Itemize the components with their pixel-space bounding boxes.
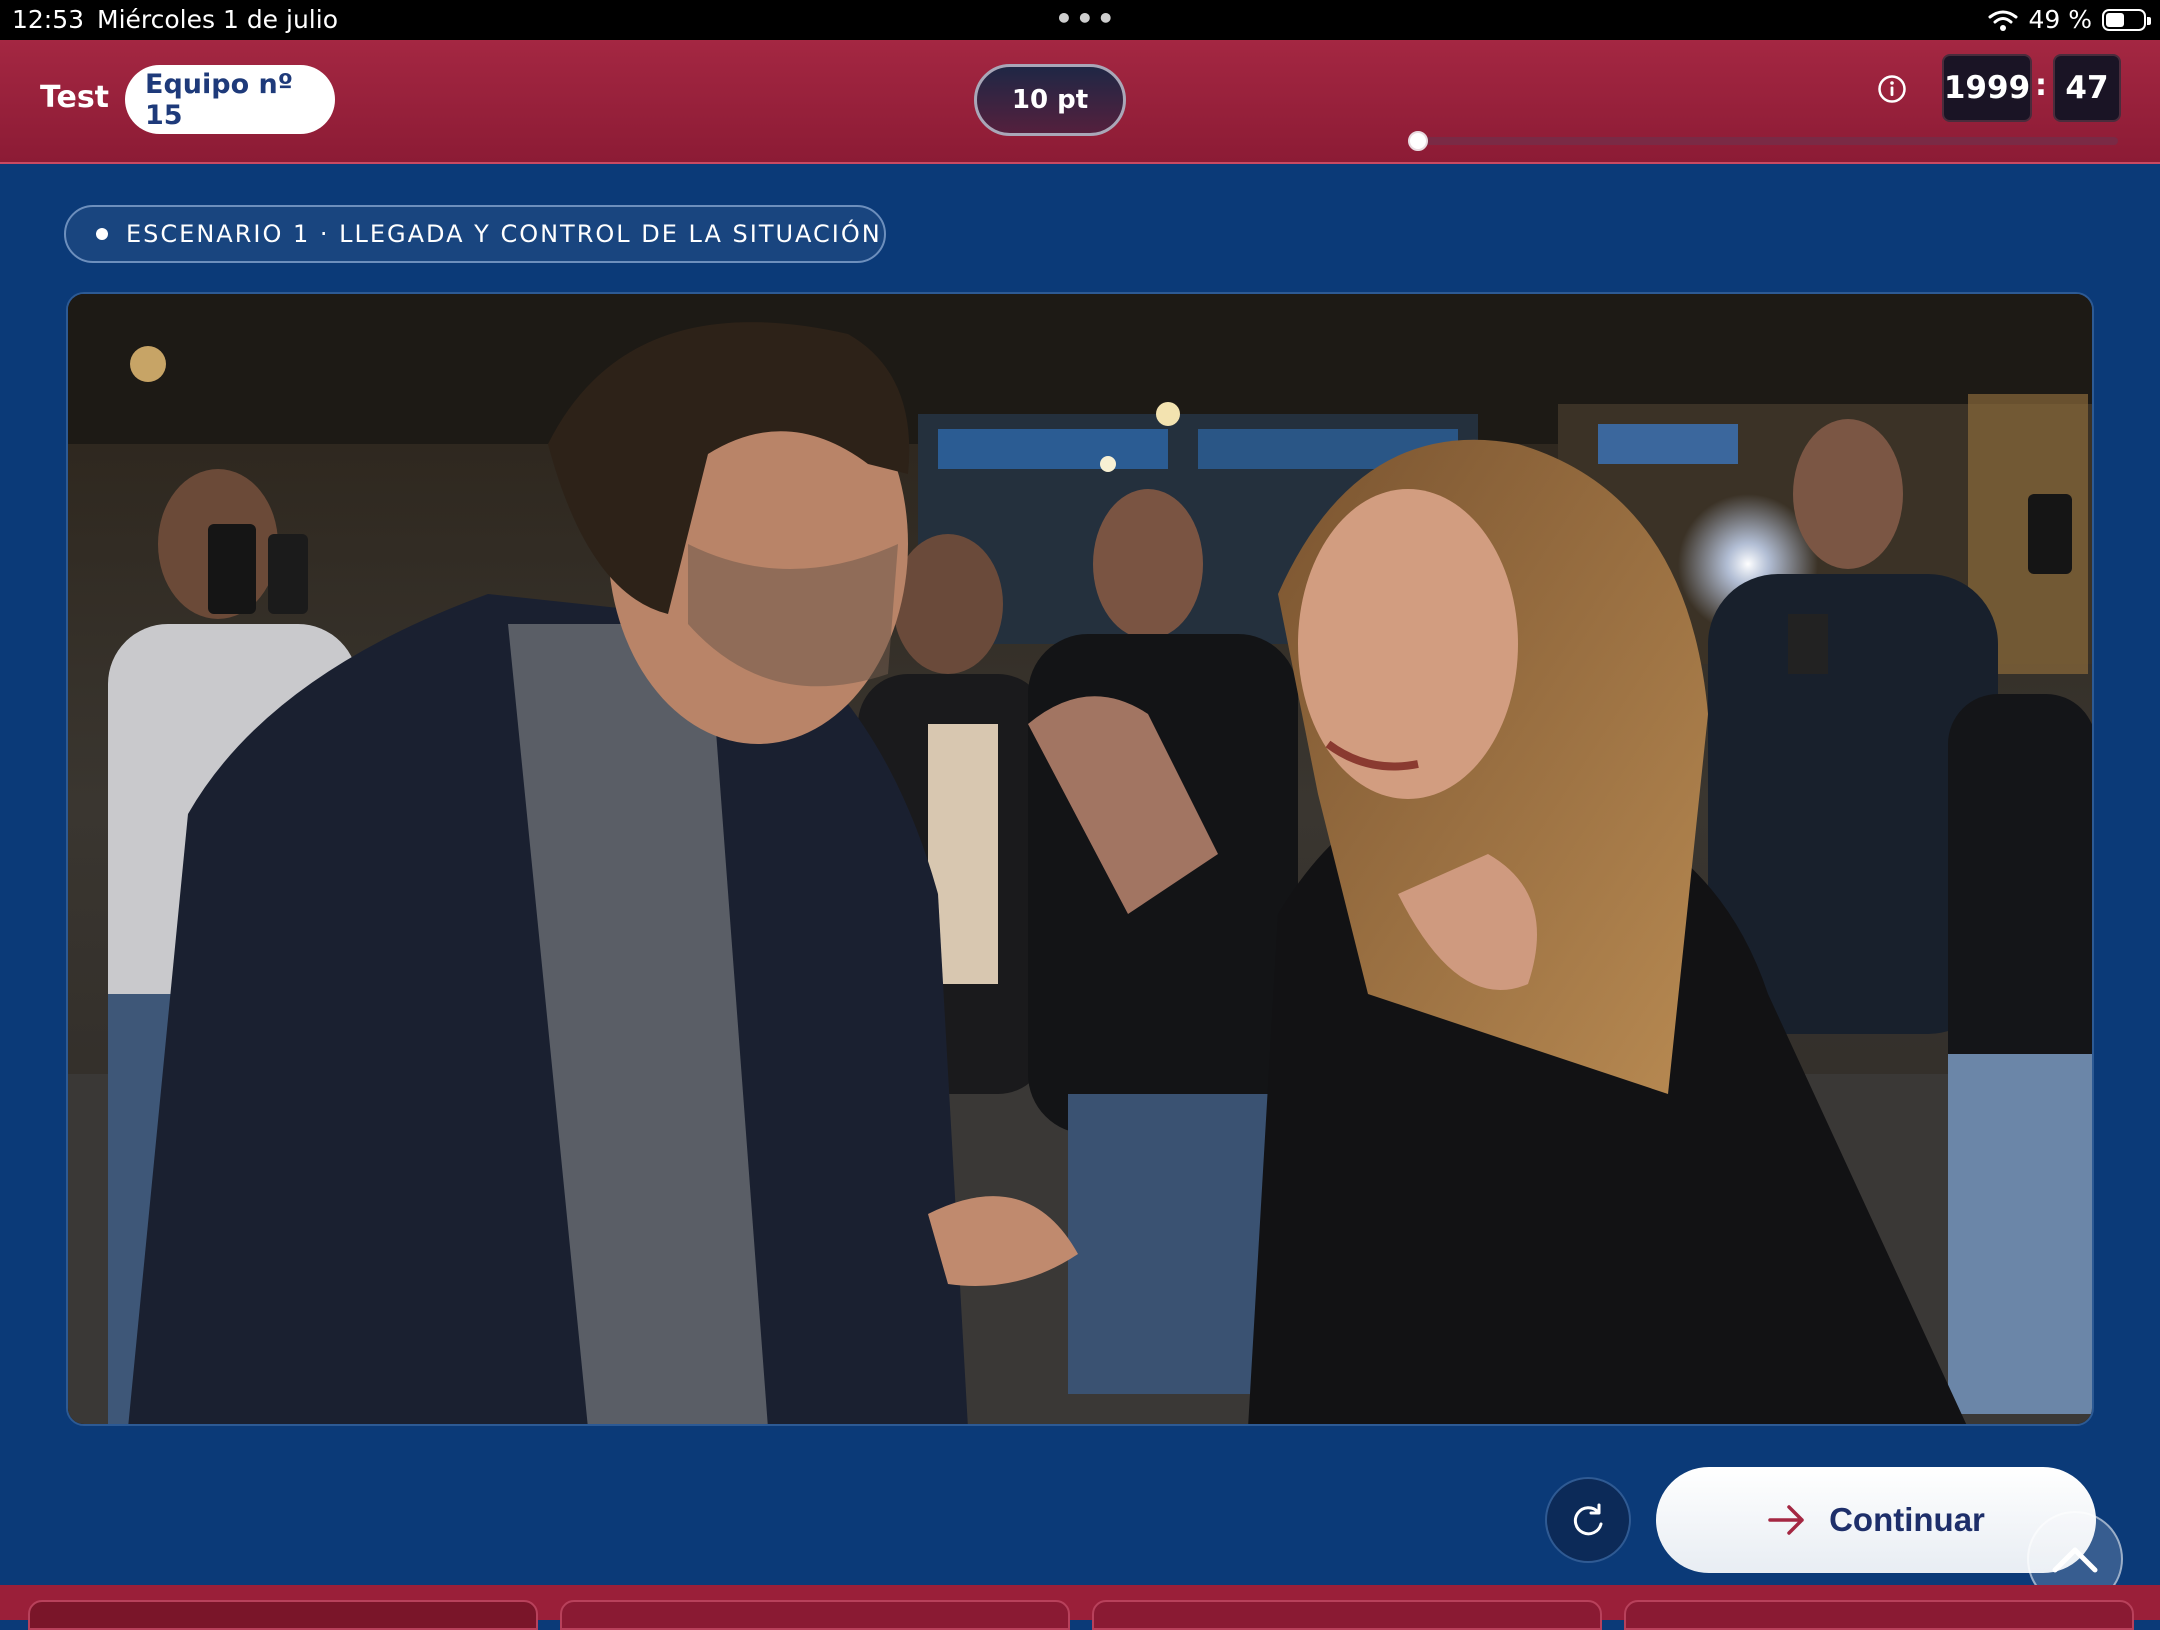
points-badge: 10 pt [974, 64, 1126, 136]
info-icon[interactable] [1877, 74, 1907, 104]
timer-separator: : [2035, 68, 2047, 103]
scenario-label: ESCENARIO 1 · LLEGADA Y CONTROL DE LA SI… [64, 205, 886, 263]
multitasking-dots-icon[interactable]: ••• [1055, 2, 1118, 35]
scene-illustration [68, 294, 2092, 1424]
bottom-tab-2[interactable] [560, 1600, 1070, 1630]
timer-seconds: 47 [2053, 54, 2121, 122]
status-time: 12:53 [12, 5, 85, 34]
battery-icon [2102, 8, 2151, 31]
bottom-tab-3[interactable] [1092, 1600, 1602, 1630]
continue-label: Continuar [1829, 1501, 1985, 1538]
progress-bar [1408, 131, 2118, 151]
bottom-tab-4[interactable] [1624, 1600, 2134, 1630]
progress-knob [1408, 131, 1428, 151]
status-indicators: 49 % [1988, 5, 2151, 34]
battery-percentage: 49 % [2028, 5, 2092, 34]
status-date: Miércoles 1 de julio [97, 5, 338, 34]
refresh-icon [1573, 1503, 1603, 1536]
status-bar: 12:53 Miércoles 1 de julio ••• 49 % [0, 0, 2160, 40]
refresh-button[interactable] [1545, 1477, 1631, 1563]
bottom-tab-1[interactable] [28, 1600, 538, 1630]
bullet-icon [96, 228, 108, 240]
scene-image [66, 292, 2094, 1426]
scenario-title: ESCENARIO 1 · LLEGADA Y CONTROL DE LA SI… [126, 220, 882, 248]
app-brand: Test [40, 80, 110, 115]
team-badge: Equipo nº 15 [125, 65, 335, 134]
app-header: Test Equipo nº 15 10 pt 1999 : 47 [0, 40, 2160, 164]
timer-minutes: 1999 [1942, 54, 2032, 122]
wifi-icon [1988, 10, 2018, 31]
arrow-right-icon [1768, 1505, 1804, 1535]
chevron-up-icon [2052, 1547, 2098, 1573]
